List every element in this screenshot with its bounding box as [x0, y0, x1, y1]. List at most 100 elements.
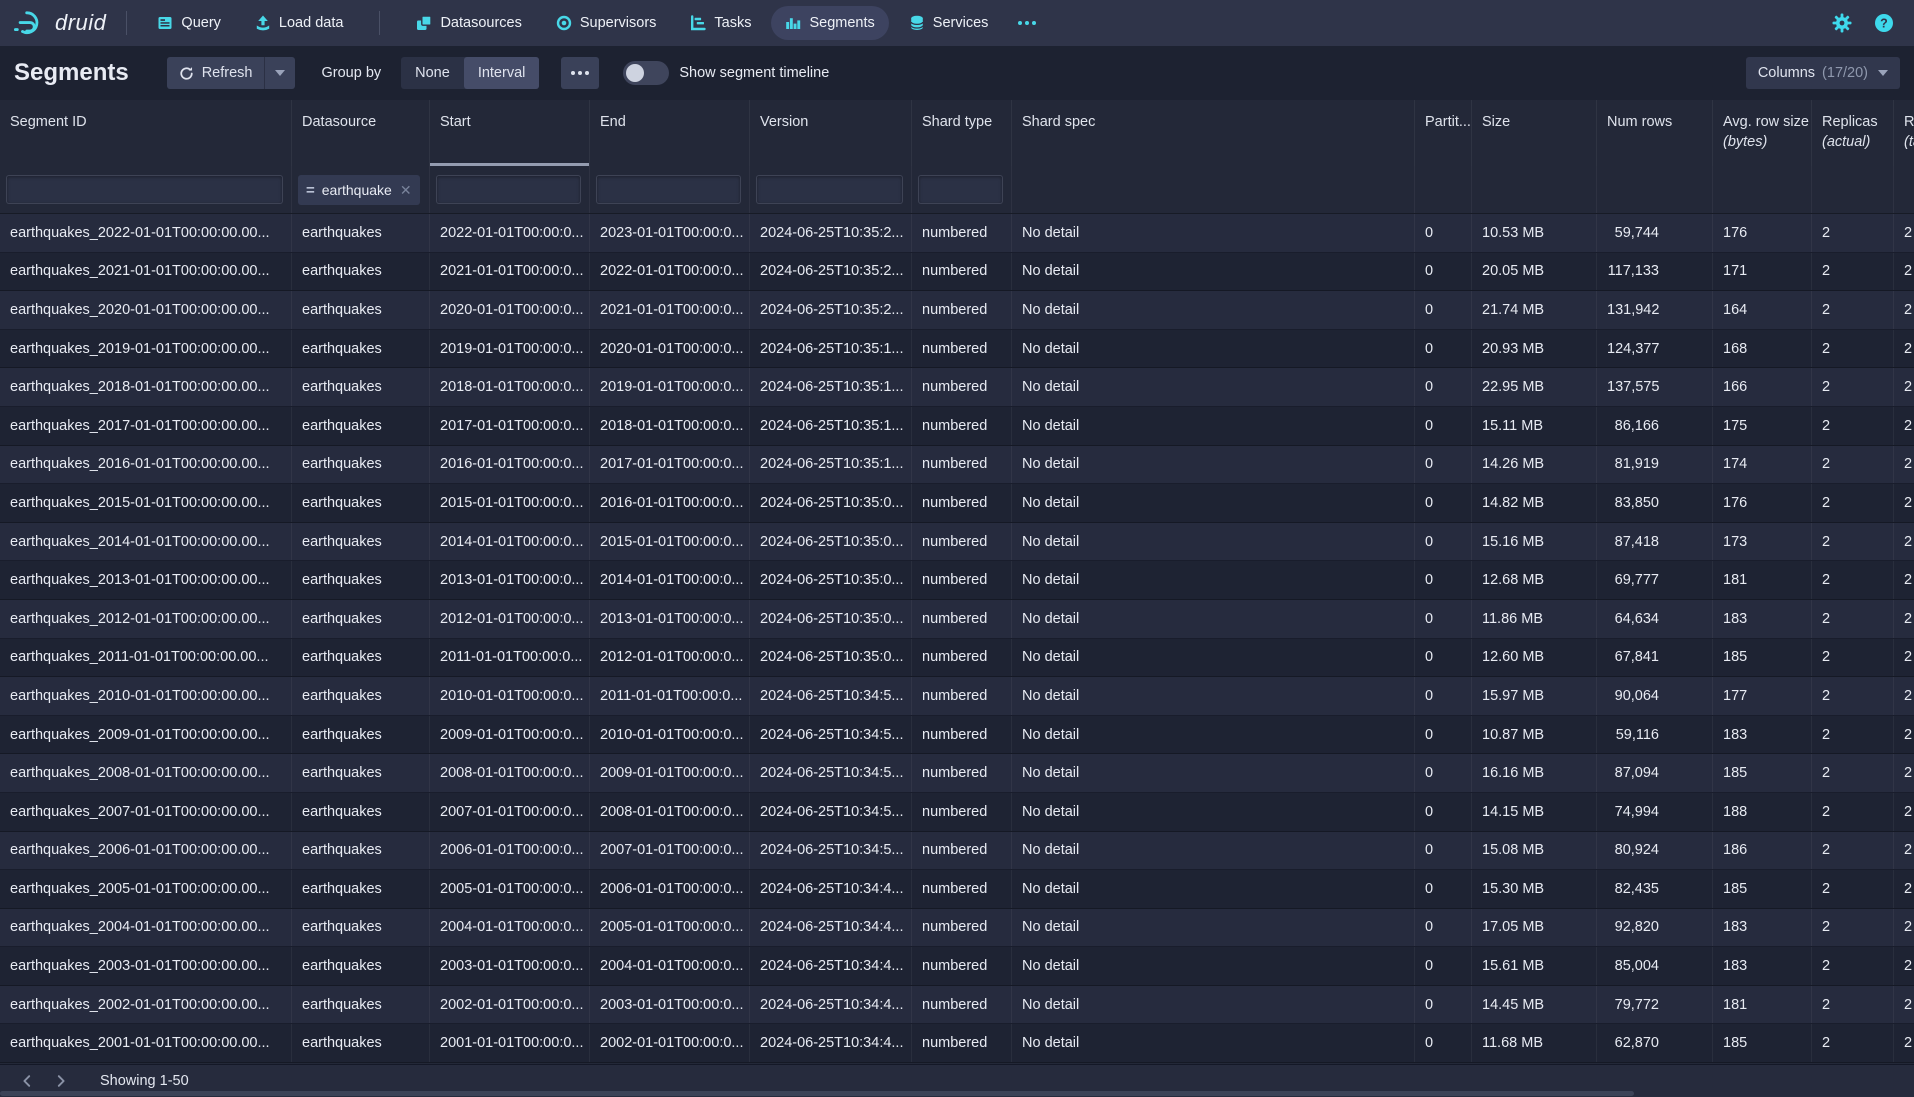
nav-tab-load-data[interactable]: Load data [241, 6, 358, 40]
cell-shard-type: numbered [912, 832, 1012, 870]
cell-start: 2020-01-01T00:00:0... [430, 291, 590, 329]
cell-datasource: earthquakes [292, 407, 430, 445]
column-header-end[interactable]: End [590, 100, 750, 166]
cell-segment-id: earthquakes_2003-01-01T00:00:00.00... [0, 947, 292, 985]
cell-datasource: earthquakes [292, 484, 430, 522]
chevron-left-icon [20, 1074, 34, 1088]
column-header-size[interactable]: Size [1472, 100, 1597, 166]
nav-tab-label: Services [933, 15, 989, 31]
cell-replicas: 2 [1812, 291, 1894, 329]
cell-end: 2009-01-01T00:00:0... [590, 754, 750, 792]
nav-tab-label: Segments [809, 15, 874, 31]
cell-partition: 0 [1415, 716, 1472, 754]
column-header-shard-type[interactable]: Shard type [912, 100, 1012, 166]
group-by-interval-button[interactable]: Interval [464, 57, 540, 89]
cell-replicas: 2 [1812, 832, 1894, 870]
table-row: earthquakes_2011-01-01T00:00:00.00...ear… [0, 639, 1914, 678]
cell-datasource: earthquakes [292, 1024, 430, 1062]
nav-tab-services[interactable]: Services [895, 6, 1003, 40]
cell-datasource: earthquakes [292, 253, 430, 291]
column-header-shard-spec[interactable]: Shard spec [1012, 100, 1415, 166]
cell-partition: 0 [1415, 214, 1472, 252]
cell-shard-type: numbered [912, 716, 1012, 754]
cell-shard-type: numbered [912, 639, 1012, 677]
start-filter-input[interactable] [436, 175, 581, 204]
shard-type-filter-input[interactable] [918, 175, 1003, 204]
cell-replication-factor: 2 [1894, 754, 1914, 792]
table-row: earthquakes_2004-01-01T00:00:00.00...ear… [0, 909, 1914, 948]
group-by-none-button[interactable]: None [401, 57, 464, 89]
column-header-replication-factor[interactable]: Replication factor(target) [1894, 100, 1914, 166]
column-header-version[interactable]: Version [750, 100, 912, 166]
close-icon[interactable]: ✕ [399, 182, 412, 199]
cell-avg-row-size: 177 [1713, 677, 1812, 715]
refresh-options-button[interactable] [264, 57, 295, 89]
horizontal-scrollbar[interactable] [0, 1091, 1634, 1096]
gear-icon[interactable] [1832, 13, 1852, 33]
columns-button[interactable]: Columns (17/20) [1746, 57, 1900, 89]
table-body: earthquakes_2022-01-01T00:00:00.00...ear… [0, 214, 1914, 1063]
cell-replicas: 2 [1812, 639, 1894, 677]
cell-replication-factor: 2 [1894, 407, 1914, 445]
cell-start: 2010-01-01T00:00:0... [430, 677, 590, 715]
cell-replication-factor: 2 [1894, 832, 1914, 870]
cell-end: 2022-01-01T00:00:0... [590, 253, 750, 291]
cell-num-rows: 131,942 [1597, 291, 1713, 329]
segment-timeline-toggle[interactable]: Show segment timeline [623, 61, 829, 85]
column-header-partition[interactable]: Partit... [1415, 100, 1472, 166]
datasource-filter-chip[interactable]: = earthquake ✕ [298, 175, 420, 205]
refresh-button[interactable]: Refresh [167, 57, 265, 89]
column-header-datasource[interactable]: Datasource [292, 100, 430, 166]
more-options-button[interactable] [561, 57, 599, 89]
chevron-down-icon [275, 70, 285, 76]
column-header-num-rows[interactable]: Num rows [1597, 100, 1713, 166]
column-header-avg-row-size[interactable]: Avg. row size(bytes) [1713, 100, 1812, 166]
nav-tab-datasources[interactable]: Datasources [402, 6, 535, 40]
more-dots-icon [571, 71, 589, 75]
nav-tab-label: Tasks [714, 15, 751, 31]
cell-avg-row-size: 171 [1713, 253, 1812, 291]
nav-tab-query[interactable]: Query [143, 6, 235, 40]
cell-shard-spec: No detail [1012, 561, 1415, 599]
cell-replication-factor: 2 [1894, 716, 1914, 754]
help-icon[interactable]: ? [1874, 13, 1894, 33]
cell-shard-type: numbered [912, 523, 1012, 561]
cell-replicas: 2 [1812, 1024, 1894, 1062]
segment-id-filter-input[interactable] [6, 175, 283, 204]
nav-overflow-button[interactable] [1008, 6, 1046, 40]
cell-shard-spec: No detail [1012, 986, 1415, 1024]
version-filter-input[interactable] [756, 175, 903, 204]
cell-avg-row-size: 168 [1713, 330, 1812, 368]
column-header-replicas[interactable]: Replicas(actual) [1812, 100, 1894, 166]
equals-operator: = [306, 182, 315, 199]
cell-avg-row-size: 181 [1713, 561, 1812, 599]
cell-shard-spec: No detail [1012, 639, 1415, 677]
svg-text:?: ? [1880, 17, 1888, 31]
cell-shard-spec: No detail [1012, 677, 1415, 715]
column-header-start[interactable]: Start [430, 100, 590, 166]
cell-size: 11.68 MB [1472, 1024, 1597, 1062]
cell-start: 2015-01-01T00:00:0... [430, 484, 590, 522]
cell-size: 20.93 MB [1472, 330, 1597, 368]
nav-tab-segments[interactable]: Segments [771, 6, 888, 40]
toggle-switch[interactable] [623, 61, 669, 85]
table-row: earthquakes_2014-01-01T00:00:00.00...ear… [0, 523, 1914, 562]
druid-logo[interactable]: druid [14, 7, 106, 39]
more-dots-icon [1018, 21, 1036, 25]
end-filter-input[interactable] [596, 175, 741, 204]
table-header-row: Segment ID Datasource Start End Version … [0, 100, 1914, 166]
column-header-segment-id[interactable]: Segment ID [0, 100, 292, 166]
cell-datasource: earthquakes [292, 716, 430, 754]
cell-partition: 0 [1415, 677, 1472, 715]
cell-replication-factor: 2 [1894, 484, 1914, 522]
app-name: druid [55, 10, 106, 36]
cell-end: 2007-01-01T00:00:0... [590, 832, 750, 870]
refresh-icon [179, 66, 194, 81]
nav-tab-supervisors[interactable]: Supervisors [542, 6, 671, 40]
cell-size: 10.53 MB [1472, 214, 1597, 252]
nav-tab-tasks[interactable]: Tasks [676, 6, 765, 40]
cell-replicas: 2 [1812, 947, 1894, 985]
cell-replicas: 2 [1812, 754, 1894, 792]
cell-partition: 0 [1415, 561, 1472, 599]
table-row: earthquakes_2022-01-01T00:00:00.00...ear… [0, 214, 1914, 253]
